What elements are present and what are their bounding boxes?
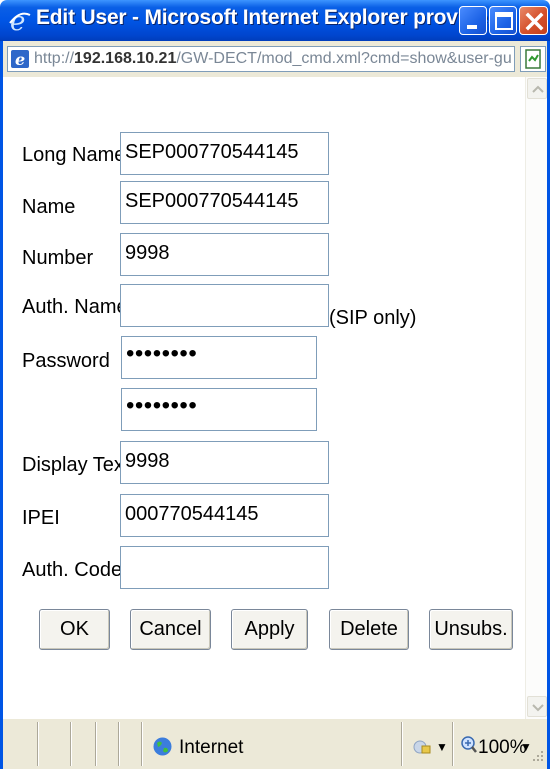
window-title: Edit User - Microsoft Internet Explorer … xyxy=(36,6,505,29)
maximize-icon xyxy=(495,12,513,30)
protected-mode-icon[interactable] xyxy=(412,739,432,755)
address-url: http://192.168.10.21/GW-DECT/mod_cmd.xml… xyxy=(34,50,512,67)
status-divider xyxy=(37,722,39,766)
auth-name-input[interactable] xyxy=(120,284,329,327)
ipei-label: IPEI xyxy=(22,507,60,529)
minimize-icon xyxy=(467,25,477,29)
svg-text:e: e xyxy=(15,50,25,68)
number-label: Number xyxy=(22,247,94,269)
number-input[interactable]: 9998 xyxy=(120,233,329,276)
long-name-input[interactable]: SEP000770544145 xyxy=(120,132,329,175)
name-input[interactable]: SEP000770544145 xyxy=(120,181,329,224)
close-icon xyxy=(525,12,544,31)
sip-only-hint: (SIP only) xyxy=(329,307,417,329)
password-input[interactable]: •••••••• xyxy=(121,336,317,379)
auth-name-label: Auth. Name xyxy=(22,296,128,318)
chevron-up-icon xyxy=(532,85,544,93)
password-label: Password xyxy=(22,350,110,372)
status-divider xyxy=(401,722,403,766)
page-icon: e xyxy=(11,50,29,68)
address-status-button[interactable] xyxy=(520,46,546,72)
ok-button[interactable]: OK xyxy=(39,609,110,650)
window-titlebar[interactable]: e Edit User - Microsoft Internet Explore… xyxy=(0,0,550,41)
display-text-input[interactable]: 9998 xyxy=(120,441,329,484)
display-text-label: Display Text xyxy=(22,454,130,476)
status-divider xyxy=(70,722,72,766)
name-label: Name xyxy=(22,196,76,218)
status-bar: Internet ▼ 100% ▼ xyxy=(0,719,550,769)
chevron-down-icon xyxy=(532,704,544,712)
status-divider xyxy=(141,722,143,766)
internet-zone-icon xyxy=(153,737,172,756)
resize-grip-icon[interactable] xyxy=(531,749,545,763)
delete-button[interactable]: Delete xyxy=(329,609,409,650)
vertical-scrollbar[interactable] xyxy=(525,77,547,719)
scroll-down-button[interactable] xyxy=(527,696,547,717)
auth-code-label: Auth. Code xyxy=(22,559,123,581)
status-divider xyxy=(95,722,97,766)
close-button[interactable] xyxy=(519,6,548,35)
page-content: Long Name SEP000770544145 Name SEP000770… xyxy=(0,77,550,719)
minimize-button[interactable] xyxy=(459,6,487,35)
apply-button[interactable]: Apply xyxy=(231,609,308,650)
chevron-down-icon[interactable]: ▼ xyxy=(436,740,448,754)
long-name-label: Long Name xyxy=(22,144,126,166)
security-zone-label: Internet xyxy=(179,737,244,758)
password-confirm-input[interactable]: •••••••• xyxy=(121,388,317,431)
unsubscribe-button[interactable]: Unsubs. xyxy=(429,609,513,650)
zoom-icon xyxy=(461,736,477,753)
address-field[interactable]: e http://192.168.10.21/GW-DECT/mod_cmd.x… xyxy=(7,46,515,72)
auth-code-input[interactable] xyxy=(120,546,329,589)
ipei-input[interactable]: 000770544145 xyxy=(120,494,329,537)
cancel-button[interactable]: Cancel xyxy=(130,609,211,650)
address-bar: e http://192.168.10.21/GW-DECT/mod_cmd.x… xyxy=(0,41,550,77)
maximize-button[interactable] xyxy=(489,6,517,35)
status-divider xyxy=(452,722,454,766)
ie-logo-icon: e xyxy=(9,8,31,34)
page-status-icon xyxy=(525,49,541,69)
scroll-up-button[interactable] xyxy=(527,78,547,99)
status-divider xyxy=(118,722,120,766)
